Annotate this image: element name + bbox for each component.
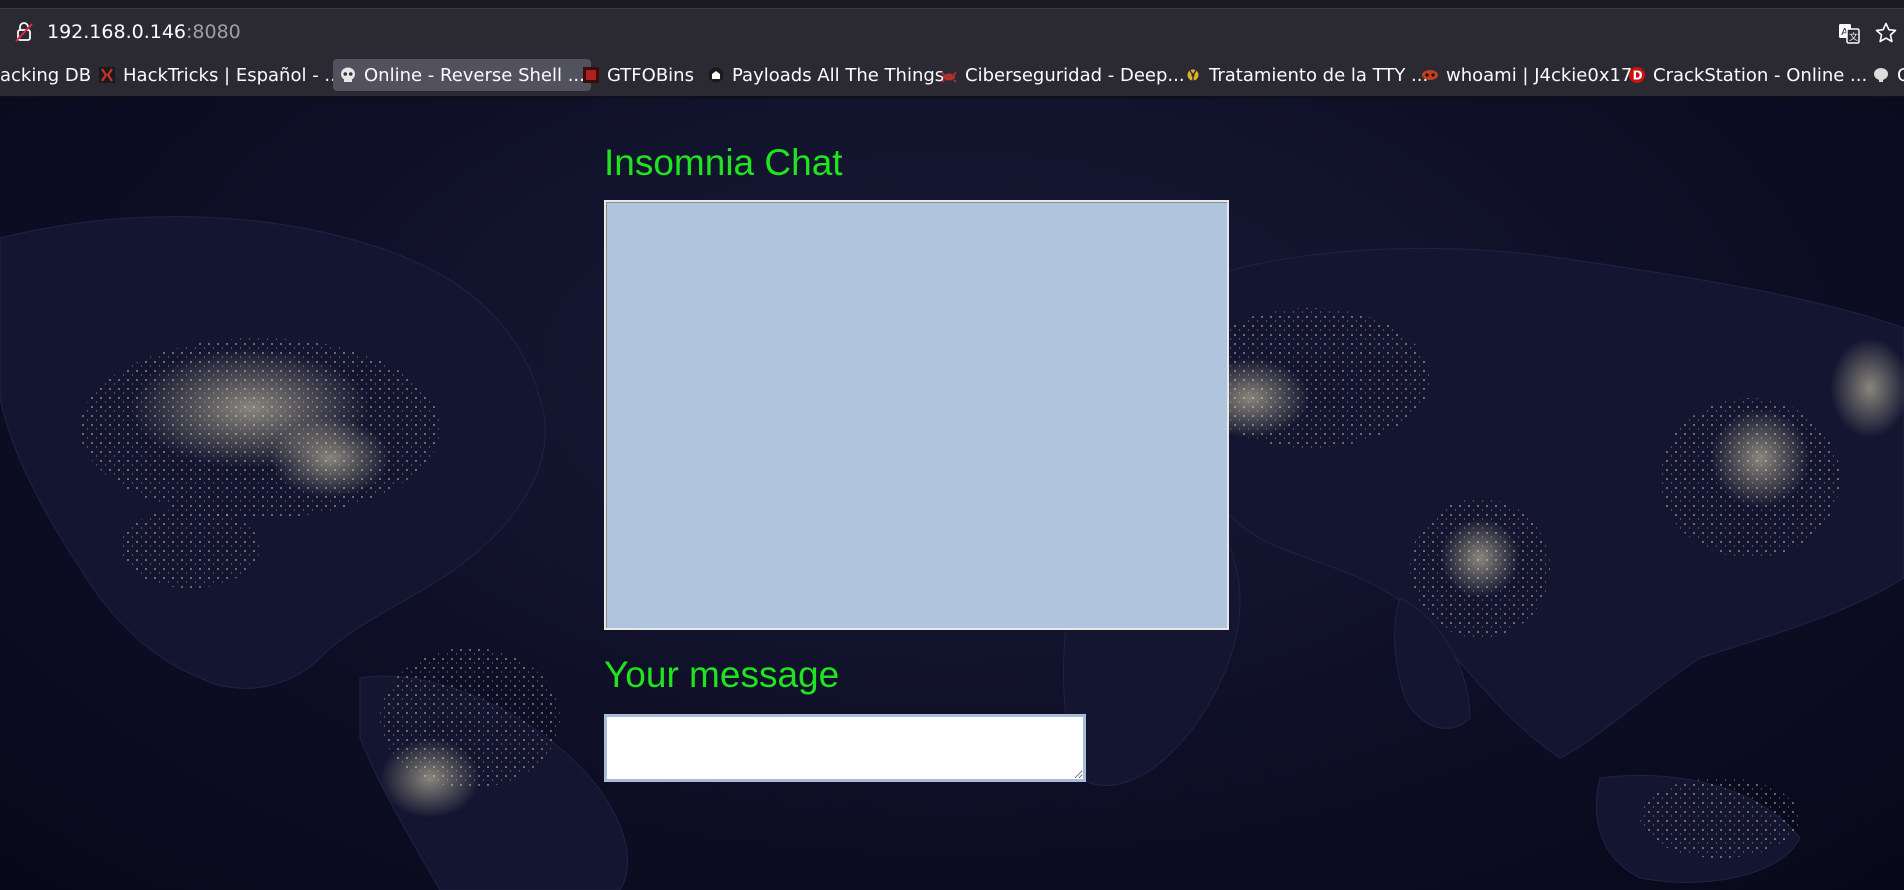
bookmarks-toolbar: acking DB HackTricks | Español - ... Onl…: [0, 53, 1904, 97]
translate-icon[interactable]: A 文: [1838, 22, 1860, 44]
skull-favicon-icon: [341, 67, 355, 82]
bookmark-label: CrackStation - Online ...: [1653, 64, 1868, 86]
bookmark-item[interactable]: Ciberseguridad - Deep...: [934, 59, 1191, 91]
bookmark-item[interactable]: Payloads All The Things: [701, 59, 950, 91]
bookmark-item[interactable]: Tratamiento de la TTY ...: [1178, 59, 1434, 91]
bookmark-label: Tratamiento de la TTY ...: [1209, 64, 1429, 86]
svg-text:D: D: [1633, 69, 1643, 83]
address-bar[interactable]: 192.168.0.146:8080 A 文: [0, 9, 1904, 53]
gtfobins-favicon-icon: [583, 67, 599, 83]
page-viewport: Insomnia Chat Your message: [0, 98, 1904, 890]
bookmark-star-icon[interactable]: [1874, 21, 1898, 45]
chat-messages-box[interactable]: [604, 200, 1229, 630]
bookmark-item[interactable]: Online - Reverse Shell ...: [333, 59, 591, 91]
page-title: Insomnia Chat: [604, 142, 843, 183]
bookmark-item[interactable]: D CrackStation - Online ...: [1622, 59, 1873, 91]
crab-favicon-icon: [941, 71, 957, 83]
insecure-lock-icon[interactable]: [14, 21, 34, 43]
bookmark-label: GTFOBins: [607, 64, 694, 86]
bookmark-label: acking DB: [0, 64, 92, 86]
radiation-favicon-icon: [1187, 69, 1199, 81]
payloads-favicon-icon: [708, 67, 724, 83]
brain-favicon-icon: [1874, 68, 1888, 82]
svg-text:文: 文: [1849, 31, 1858, 43]
hacktricks-favicon-icon: [99, 67, 115, 83]
crackstation-favicon-icon: D: [1629, 67, 1645, 83]
url-port: :8080: [186, 21, 241, 43]
bookmark-item[interactable]: GTFOBins: [576, 59, 700, 91]
whoami-favicon-icon: [1422, 70, 1438, 80]
message-input[interactable]: [604, 714, 1086, 782]
window-top-strip: [0, 0, 1904, 9]
message-label: Your message: [604, 654, 840, 695]
bookmark-label: Online - Reverse Shell ...: [364, 64, 585, 86]
bookmark-label: C: [1897, 65, 1904, 86]
url-text[interactable]: 192.168.0.146:8080: [47, 21, 241, 43]
bookmark-label: Ciberseguridad - Deep...: [965, 64, 1185, 86]
bookmark-item[interactable]: acking DB: [0, 59, 97, 91]
bookmark-item[interactable]: whoami | J4ckie0x17: [1415, 59, 1638, 91]
bookmark-label: whoami | J4ckie0x17: [1446, 64, 1633, 86]
bookmark-item[interactable]: C: [1866, 59, 1904, 91]
bookmark-label: Payloads All The Things: [732, 64, 945, 86]
bookmark-item[interactable]: HackTricks | Español - ...: [92, 59, 348, 91]
bookmark-label: HackTricks | Español - ...: [123, 64, 342, 86]
url-host: 192.168.0.146: [47, 21, 187, 43]
